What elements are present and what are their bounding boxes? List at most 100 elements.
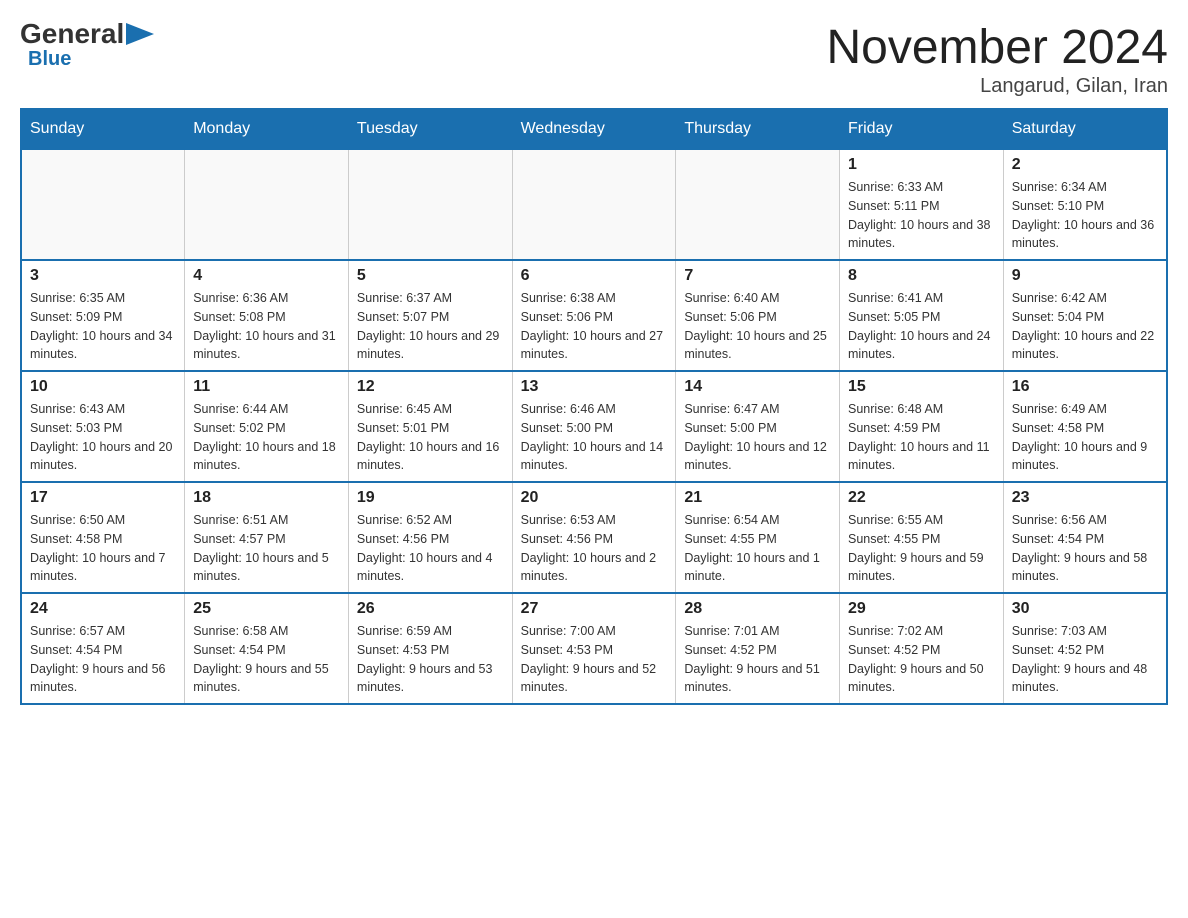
calendar-cell: 27 Sunrise: 7:00 AM Sunset: 4:53 PM Dayli… xyxy=(512,593,676,704)
day-number: 23 xyxy=(1012,489,1158,507)
calendar-header-tuesday: Tuesday xyxy=(348,109,512,149)
day-number: 17 xyxy=(30,489,176,507)
calendar-cell: 16 Sunrise: 6:49 AM Sunset: 4:58 PM Dayli… xyxy=(1003,371,1167,482)
calendar-cell: 25 Sunrise: 6:58 AM Sunset: 4:54 PM Dayli… xyxy=(185,593,349,704)
day-info: Sunrise: 7:02 AM Sunset: 4:52 PM Dayligh… xyxy=(848,622,995,697)
day-info: Sunrise: 6:56 AM Sunset: 4:54 PM Dayligh… xyxy=(1012,511,1158,586)
page-title: November 2024 xyxy=(826,20,1168,75)
day-number: 20 xyxy=(521,489,668,507)
calendar-cell: 15 Sunrise: 6:48 AM Sunset: 4:59 PM Dayli… xyxy=(840,371,1004,482)
day-number: 10 xyxy=(30,378,176,396)
calendar-header-sunday: Sunday xyxy=(21,109,185,149)
calendar-cell: 21Sunrise: 6:54 AM Sunset: 4:55 PM Dayli… xyxy=(676,482,840,593)
calendar-header-saturday: Saturday xyxy=(1003,109,1167,149)
calendar-cell: 23 Sunrise: 6:56 AM Sunset: 4:54 PM Dayli… xyxy=(1003,482,1167,593)
day-info: Sunrise: 6:49 AM Sunset: 4:58 PM Dayligh… xyxy=(1012,400,1158,475)
calendar-cell: 24Sunrise: 6:57 AM Sunset: 4:54 PM Dayli… xyxy=(21,593,185,704)
day-number: 4 xyxy=(193,267,340,285)
day-info: Sunrise: 6:41 AM Sunset: 5:05 PM Dayligh… xyxy=(848,289,995,364)
day-info: Sunrise: 6:47 AM Sunset: 5:00 PM Dayligh… xyxy=(684,400,831,475)
day-number: 7 xyxy=(684,267,831,285)
calendar-cell: 11 Sunrise: 6:44 AM Sunset: 5:02 PM Dayli… xyxy=(185,371,349,482)
calendar-cell: 17 Sunrise: 6:50 AM Sunset: 4:58 PM Dayli… xyxy=(21,482,185,593)
day-info: Sunrise: 6:43 AM Sunset: 5:03 PM Dayligh… xyxy=(30,400,176,475)
calendar-cell: 6 Sunrise: 6:38 AM Sunset: 5:06 PM Daylig… xyxy=(512,260,676,371)
calendar-cell: 9 Sunrise: 6:42 AM Sunset: 5:04 PM Daylig… xyxy=(1003,260,1167,371)
day-number: 6 xyxy=(521,267,668,285)
day-info: Sunrise: 6:52 AM Sunset: 4:56 PM Dayligh… xyxy=(357,511,504,586)
calendar-cell xyxy=(512,149,676,260)
day-number: 8 xyxy=(848,267,995,285)
calendar-cell: 14 Sunrise: 6:47 AM Sunset: 5:00 PM Dayli… xyxy=(676,371,840,482)
day-info: Sunrise: 6:37 AM Sunset: 5:07 PM Dayligh… xyxy=(357,289,504,364)
calendar-header-thursday: Thursday xyxy=(676,109,840,149)
day-number: 11 xyxy=(193,378,340,396)
calendar-cell xyxy=(21,149,185,260)
calendar-cell: 3 Sunrise: 6:35 AM Sunset: 5:09 PM Daylig… xyxy=(21,260,185,371)
day-number: 16 xyxy=(1012,378,1158,396)
calendar-table: SundayMondayTuesdayWednesdayThursdayFrid… xyxy=(20,108,1168,705)
day-info: Sunrise: 7:01 AM Sunset: 4:52 PM Dayligh… xyxy=(684,622,831,697)
calendar-cell: 1 Sunrise: 6:33 AM Sunset: 5:11 PM Daylig… xyxy=(840,149,1004,260)
title-section: November 2024 Langarud, Gilan, Iran xyxy=(826,20,1168,98)
calendar-header-friday: Friday xyxy=(840,109,1004,149)
calendar-cell xyxy=(348,149,512,260)
calendar-cell: 13 Sunrise: 6:46 AM Sunset: 5:00 PM Dayli… xyxy=(512,371,676,482)
logo-general-text: General xyxy=(20,20,124,48)
day-info: Sunrise: 6:34 AM Sunset: 5:10 PM Dayligh… xyxy=(1012,178,1158,253)
day-number: 26 xyxy=(357,600,504,618)
day-info: Sunrise: 6:33 AM Sunset: 5:11 PM Dayligh… xyxy=(848,178,995,253)
calendar-cell: 26 Sunrise: 6:59 AM Sunset: 4:53 PM Dayli… xyxy=(348,593,512,704)
day-info: Sunrise: 6:40 AM Sunset: 5:06 PM Dayligh… xyxy=(684,289,831,364)
calendar-header-row: SundayMondayTuesdayWednesdayThursdayFrid… xyxy=(21,109,1167,149)
day-info: Sunrise: 6:38 AM Sunset: 5:06 PM Dayligh… xyxy=(521,289,668,364)
calendar-cell: 29 Sunrise: 7:02 AM Sunset: 4:52 PM Dayli… xyxy=(840,593,1004,704)
day-info: Sunrise: 6:48 AM Sunset: 4:59 PM Dayligh… xyxy=(848,400,995,475)
logo-triangle-icon xyxy=(126,23,154,45)
day-number: 15 xyxy=(848,378,995,396)
day-number: 18 xyxy=(193,489,340,507)
day-number: 1 xyxy=(848,156,995,174)
calendar-cell: 2 Sunrise: 6:34 AM Sunset: 5:10 PM Daylig… xyxy=(1003,149,1167,260)
calendar-cell xyxy=(185,149,349,260)
day-info: Sunrise: 6:59 AM Sunset: 4:53 PM Dayligh… xyxy=(357,622,504,697)
day-info: Sunrise: 6:50 AM Sunset: 4:58 PM Dayligh… xyxy=(30,511,176,586)
calendar-week-row: 17 Sunrise: 6:50 AM Sunset: 4:58 PM Dayli… xyxy=(21,482,1167,593)
day-info: Sunrise: 6:35 AM Sunset: 5:09 PM Dayligh… xyxy=(30,289,176,364)
calendar-cell: 19Sunrise: 6:52 AM Sunset: 4:56 PM Dayli… xyxy=(348,482,512,593)
calendar-cell: 5 Sunrise: 6:37 AM Sunset: 5:07 PM Daylig… xyxy=(348,260,512,371)
calendar-cell: 12Sunrise: 6:45 AM Sunset: 5:01 PM Dayli… xyxy=(348,371,512,482)
logo-blue-text: Blue xyxy=(28,48,71,71)
calendar-cell: 20 Sunrise: 6:53 AM Sunset: 4:56 PM Dayli… xyxy=(512,482,676,593)
day-number: 14 xyxy=(684,378,831,396)
calendar-week-row: 24Sunrise: 6:57 AM Sunset: 4:54 PM Dayli… xyxy=(21,593,1167,704)
day-info: Sunrise: 6:46 AM Sunset: 5:00 PM Dayligh… xyxy=(521,400,668,475)
day-number: 2 xyxy=(1012,156,1158,174)
day-info: Sunrise: 6:44 AM Sunset: 5:02 PM Dayligh… xyxy=(193,400,340,475)
day-number: 9 xyxy=(1012,267,1158,285)
logo: General Blue xyxy=(20,20,154,71)
calendar-cell: 7 Sunrise: 6:40 AM Sunset: 5:06 PM Daylig… xyxy=(676,260,840,371)
day-number: 30 xyxy=(1012,600,1158,618)
calendar-cell: 22Sunrise: 6:55 AM Sunset: 4:55 PM Dayli… xyxy=(840,482,1004,593)
day-info: Sunrise: 7:00 AM Sunset: 4:53 PM Dayligh… xyxy=(521,622,668,697)
day-number: 27 xyxy=(521,600,668,618)
calendar-cell xyxy=(676,149,840,260)
day-number: 13 xyxy=(521,378,668,396)
day-info: Sunrise: 6:42 AM Sunset: 5:04 PM Dayligh… xyxy=(1012,289,1158,364)
calendar-cell: 4Sunrise: 6:36 AM Sunset: 5:08 PM Daylig… xyxy=(185,260,349,371)
calendar-header-wednesday: Wednesday xyxy=(512,109,676,149)
day-number: 24 xyxy=(30,600,176,618)
page-header: General Blue November 2024 Langarud, Gil… xyxy=(20,20,1168,98)
day-number: 22 xyxy=(848,489,995,507)
day-number: 29 xyxy=(848,600,995,618)
day-info: Sunrise: 7:03 AM Sunset: 4:52 PM Dayligh… xyxy=(1012,622,1158,697)
day-number: 25 xyxy=(193,600,340,618)
day-info: Sunrise: 6:58 AM Sunset: 4:54 PM Dayligh… xyxy=(193,622,340,697)
day-number: 3 xyxy=(30,267,176,285)
day-number: 5 xyxy=(357,267,504,285)
day-info: Sunrise: 6:51 AM Sunset: 4:57 PM Dayligh… xyxy=(193,511,340,586)
day-info: Sunrise: 6:53 AM Sunset: 4:56 PM Dayligh… xyxy=(521,511,668,586)
calendar-week-row: 3 Sunrise: 6:35 AM Sunset: 5:09 PM Daylig… xyxy=(21,260,1167,371)
calendar-cell: 28Sunrise: 7:01 AM Sunset: 4:52 PM Dayli… xyxy=(676,593,840,704)
